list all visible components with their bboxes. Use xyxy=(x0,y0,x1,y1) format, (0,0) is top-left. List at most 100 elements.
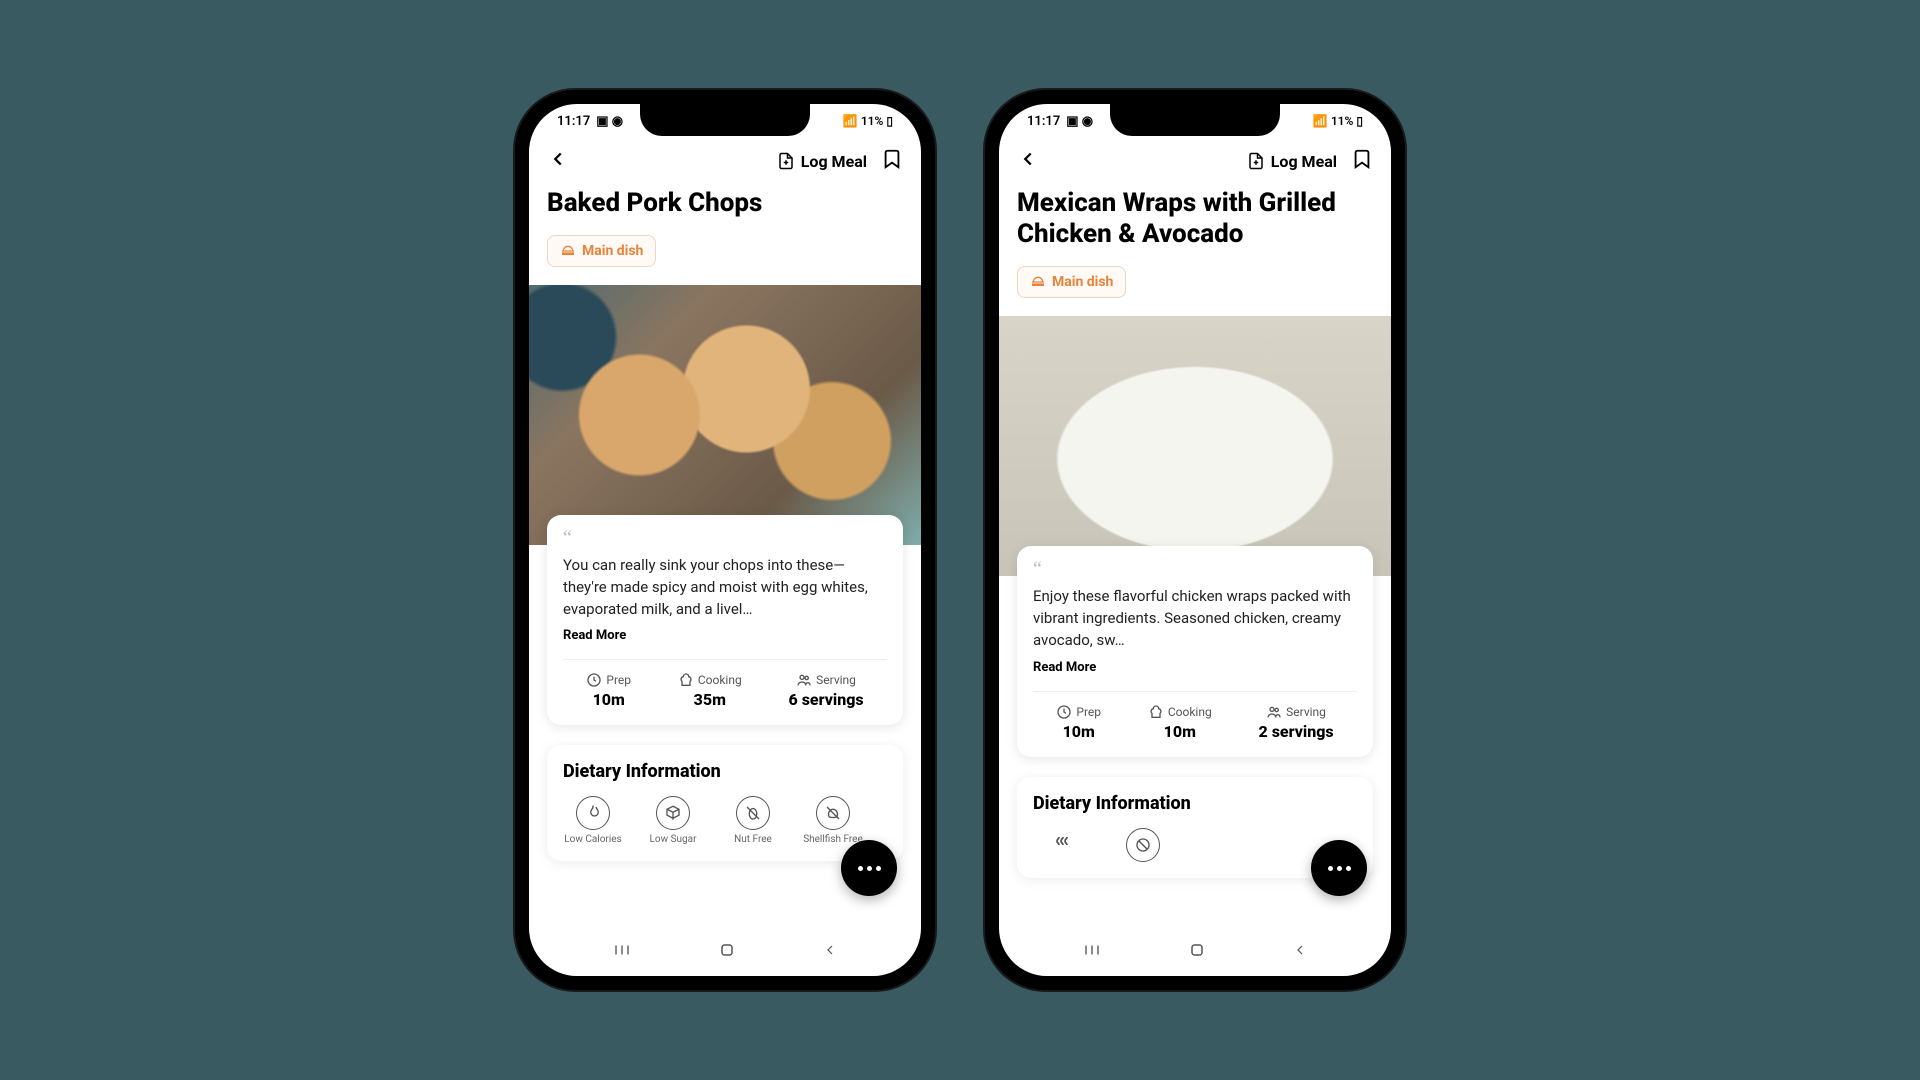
document-plus-icon xyxy=(1247,151,1265,171)
quote-mark-icon: “ xyxy=(1033,564,1357,574)
stat-serving: Serving 2 servings xyxy=(1259,704,1334,741)
flame-icon xyxy=(576,796,610,830)
battery-icon: ▯ xyxy=(886,114,893,128)
nav-recents-button[interactable] xyxy=(612,941,632,963)
nav-home-button[interactable] xyxy=(717,940,737,964)
bookmark-icon xyxy=(1351,148,1373,170)
recipe-image xyxy=(999,316,1391,576)
clock-icon xyxy=(1056,704,1072,720)
nav-home-button[interactable] xyxy=(1187,940,1207,964)
recipe-description: You can really sink your chops into thes… xyxy=(563,555,887,620)
tag-label: Main dish xyxy=(582,243,643,259)
read-more-button[interactable]: Read More xyxy=(563,628,626,643)
stat-cooking: Cooking 35m xyxy=(678,672,742,709)
stats-row: Prep 10m Cooking 10m Serving 2 servings xyxy=(1033,704,1357,741)
status-app-icons: ▣ ◉ xyxy=(1066,114,1093,129)
dish-icon xyxy=(560,243,576,259)
read-more-button[interactable]: Read More xyxy=(1033,660,1096,675)
dietary-item: Low Sugar xyxy=(643,796,703,845)
system-nav-bar xyxy=(999,928,1391,976)
system-nav-bar xyxy=(529,928,921,976)
stat-prep: Prep 10m xyxy=(586,672,631,709)
phone-mockup-left: 11:17 ▣ ◉ 📶 11% ▯ Log Meal xyxy=(515,90,935,990)
stat-serving-label: Serving xyxy=(816,673,856,687)
nav-back-button[interactable] xyxy=(1292,941,1308,963)
dietary-item xyxy=(1033,828,1093,862)
back-button[interactable] xyxy=(547,148,569,174)
cube-icon xyxy=(656,796,690,830)
dietary-item: Shellfish Free xyxy=(803,796,863,845)
recipe-title: Mexican Wraps with Grilled Chicken & Avo… xyxy=(1017,188,1373,250)
chef-hat-icon xyxy=(1148,704,1164,720)
stat-prep-value: 10m xyxy=(586,690,631,709)
tag-label: Main dish xyxy=(1052,274,1113,290)
recipe-image xyxy=(529,285,921,545)
recipe-info-card: “ You can really sink your chops into th… xyxy=(547,515,903,725)
stat-prep-label: Prep xyxy=(1076,705,1101,719)
dietary-item: Low Calories xyxy=(563,796,623,845)
top-bar: Log Meal xyxy=(529,138,921,184)
nut-free-icon xyxy=(736,796,770,830)
recipe-title: Baked Pork Chops xyxy=(547,188,903,219)
battery-icon: ▯ xyxy=(1356,114,1363,128)
category-tag[interactable]: Main dish xyxy=(547,235,656,267)
stat-cooking-label: Cooking xyxy=(1168,705,1212,719)
dietary-title: Dietary Information xyxy=(563,761,887,782)
quote-mark-icon: “ xyxy=(563,533,887,543)
stat-serving-value: 6 servings xyxy=(789,690,864,709)
more-options-fab[interactable] xyxy=(1311,840,1367,896)
stats-row: Prep 10m Cooking 35m Serving 6 servings xyxy=(563,672,887,709)
bookmark-icon xyxy=(881,148,903,170)
divider xyxy=(563,659,887,660)
signal-icon: 📶 xyxy=(1313,114,1328,128)
notch xyxy=(640,104,810,136)
stat-serving-value: 2 servings xyxy=(1259,722,1334,741)
stat-serving-label: Serving xyxy=(1286,705,1326,719)
log-meal-button[interactable]: Log Meal xyxy=(777,151,867,171)
phone-mockup-right: 11:17 ▣ ◉ 📶 11% ▯ Log Meal xyxy=(985,90,1405,990)
dietary-label: Nut Free xyxy=(734,834,772,845)
log-meal-label: Log Meal xyxy=(801,152,867,171)
stat-prep-label: Prep xyxy=(606,673,631,687)
stat-serving: Serving 6 servings xyxy=(789,672,864,709)
bookmark-button[interactable] xyxy=(881,148,903,174)
log-meal-label: Log Meal xyxy=(1271,152,1337,171)
log-meal-button[interactable]: Log Meal xyxy=(1247,151,1337,171)
chevron-left-icon xyxy=(547,148,569,170)
status-time: 11:17 xyxy=(557,114,590,129)
more-options-fab[interactable] xyxy=(841,840,897,896)
stat-prep-value: 10m xyxy=(1056,722,1101,741)
category-tag[interactable]: Main dish xyxy=(1017,266,1126,298)
stat-cooking: Cooking 10m xyxy=(1148,704,1212,741)
nav-recents-button[interactable] xyxy=(1082,941,1102,963)
status-app-icons: ▣ ◉ xyxy=(596,114,623,129)
free-icon xyxy=(1126,828,1160,862)
phone-screen: 11:17 ▣ ◉ 📶 11% ▯ Log Meal xyxy=(999,104,1391,976)
stat-cooking-value: 10m xyxy=(1148,722,1212,741)
chevron-left-icon xyxy=(1017,148,1039,170)
battery-text: 11% xyxy=(1331,114,1354,128)
clock-icon xyxy=(586,672,602,688)
back-button[interactable] xyxy=(1017,148,1039,174)
stat-cooking-label: Cooking xyxy=(698,673,742,687)
signal-icon: 📶 xyxy=(843,114,858,128)
recipe-info-card: “ Enjoy these flavorful chicken wraps pa… xyxy=(1017,546,1373,756)
bookmark-button[interactable] xyxy=(1351,148,1373,174)
nav-back-button[interactable] xyxy=(822,941,838,963)
stat-prep: Prep 10m xyxy=(1056,704,1101,741)
dietary-title: Dietary Information xyxy=(1033,793,1357,814)
chef-hat-icon xyxy=(678,672,694,688)
dietary-item xyxy=(1113,828,1173,862)
steam-icon xyxy=(1046,828,1080,862)
battery-text: 11% xyxy=(861,114,884,128)
top-bar: Log Meal xyxy=(999,138,1391,184)
dietary-section: Dietary Information Low Calories Low Sug… xyxy=(547,745,903,861)
people-icon xyxy=(1266,704,1282,720)
dish-icon xyxy=(1030,274,1046,290)
dietary-item: Nut Free xyxy=(723,796,783,845)
divider xyxy=(1033,691,1357,692)
notch xyxy=(1110,104,1280,136)
document-plus-icon xyxy=(777,151,795,171)
stat-cooking-value: 35m xyxy=(678,690,742,709)
status-time: 11:17 xyxy=(1027,114,1060,129)
